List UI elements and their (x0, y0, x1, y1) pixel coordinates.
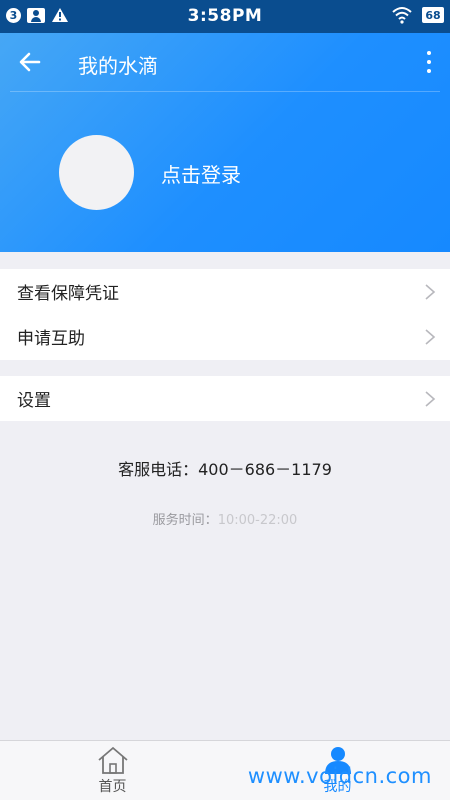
status-time: 3:58PM (187, 6, 263, 26)
back-button[interactable] (10, 45, 50, 79)
more-vertical-icon-dot (427, 51, 431, 55)
more-options-button[interactable] (422, 45, 436, 79)
more-vertical-icon-dot (427, 69, 431, 73)
toolbar-divider (10, 91, 440, 92)
tab-home-label: 首页 (98, 779, 127, 795)
menu-group-settings: 设置 (0, 376, 450, 421)
profile-header: 我的水滴 点击登录 (0, 33, 450, 252)
login-link[interactable]: 点击登录 (161, 159, 241, 188)
toolbar: 我的水滴 (0, 33, 450, 92)
menu-item-label: 查看保障凭证 (17, 284, 119, 304)
menu-item-label: 设置 (17, 391, 51, 411)
status-bar: 3 3:58PM 68 (0, 0, 450, 33)
arrow-left-icon (19, 52, 41, 72)
chevron-right-icon (425, 284, 436, 300)
menu-item-label: 申请互助 (17, 329, 85, 349)
service-hours-label: 服务时间： (152, 513, 218, 528)
tab-home[interactable]: 首页 (0, 741, 225, 800)
menu-item-settings[interactable]: 设置 (0, 376, 450, 421)
customer-service-phone[interactable]: 客服电话：400－686－1179 (0, 456, 450, 480)
page-title: 我的水滴 (78, 54, 158, 78)
menu-item-view-certificate[interactable]: 查看保障凭证 (0, 269, 450, 314)
avatar[interactable] (59, 135, 134, 210)
battery-level: 68 (422, 7, 444, 23)
menu-item-apply-mutual-aid[interactable]: 申请互助 (0, 314, 450, 359)
service-hours-value: 10:00-22:00 (217, 513, 298, 528)
home-icon (97, 746, 128, 774)
chevron-right-icon (425, 391, 436, 407)
menu-group-primary: 查看保障凭证 申请互助 (0, 269, 450, 360)
status-right-icons: 68 (392, 6, 444, 24)
chevron-right-icon (425, 329, 436, 345)
wifi-icon (392, 7, 412, 24)
watermark: www.voidcn.com (247, 764, 432, 788)
more-vertical-icon-dot (427, 60, 431, 64)
service-hours: 服务时间：10:00-22:00 (0, 509, 450, 528)
